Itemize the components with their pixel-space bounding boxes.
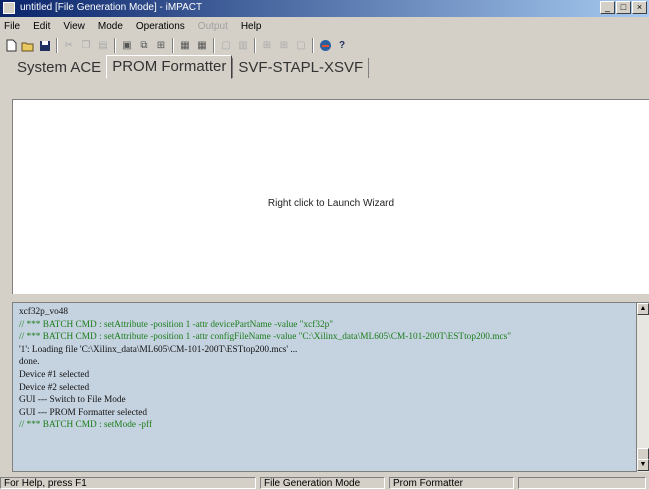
window-icon-3[interactable]: ▢: [294, 39, 308, 53]
status-help-text: For Help, press F1: [0, 477, 256, 489]
grid-icon-2[interactable]: ▦: [195, 39, 209, 53]
window-title: untitled [File Generation Mode] - iMPACT: [20, 2, 203, 13]
save-icon[interactable]: [38, 39, 52, 53]
app-icon[interactable]: [3, 2, 15, 14]
toolbar-separator: [172, 38, 174, 53]
close-button[interactable]: ×: [632, 1, 647, 14]
cut-icon[interactable]: ✂: [62, 39, 76, 53]
tab-system-ace[interactable]: System ACE: [12, 58, 106, 78]
console-scrollbar[interactable]: ▲ ▼: [637, 302, 649, 472]
status-bar: For Help, press F1 File Generation Mode …: [0, 476, 649, 490]
menu-operations[interactable]: Operations: [136, 21, 185, 32]
console-line: GUI --- PROM Formatter selected: [19, 407, 148, 418]
status-mode: File Generation Mode: [260, 477, 385, 489]
open-icon[interactable]: [21, 39, 35, 53]
status-extra: [518, 477, 646, 489]
menu-edit[interactable]: Edit: [33, 21, 50, 32]
title-bar: untitled [File Generation Mode] - iMPACT…: [0, 0, 649, 17]
window-icon[interactable]: ▢: [219, 39, 233, 53]
toolbar-separator: [56, 38, 58, 53]
chain-icon-2[interactable]: ⊞: [154, 39, 168, 53]
menu-file[interactable]: File: [4, 21, 20, 32]
help-icon[interactable]: ?: [335, 39, 349, 53]
console-line: // *** BATCH CMD : setMode -pff: [19, 420, 153, 431]
console-line: xcf32p_vo48: [19, 307, 69, 317]
menu-output: Output: [197, 21, 228, 32]
console-line: Device #2 selected: [19, 382, 90, 393]
tab-prom-formatter[interactable]: PROM Formatter: [106, 55, 233, 79]
tab-svf-stapl-xsvf[interactable]: SVF-STAPL-XSVF: [232, 58, 370, 78]
console-line: Device #1 selected: [19, 369, 90, 380]
chain-icon[interactable]: ⧉: [137, 39, 151, 53]
toolbar-separator: [213, 38, 215, 53]
window-icon-2[interactable]: ▥: [236, 39, 250, 53]
menu-bar: File Edit View Mode Operations Output He…: [0, 18, 649, 35]
grid-icon-4[interactable]: ⊞: [277, 39, 291, 53]
console-line: done.: [19, 357, 40, 368]
toolbar: ✂ ❐ ▤ ▣ ⧉ ⊞ ▦ ▦ ▢ ▥ ⊞ ⊞ ▢ ?: [0, 36, 649, 55]
new-icon[interactable]: [4, 39, 18, 53]
menu-mode[interactable]: Mode: [98, 21, 123, 32]
paste-icon[interactable]: ▤: [96, 39, 110, 53]
device-icon[interactable]: ▣: [120, 39, 134, 53]
scroll-up-arrow-icon[interactable]: ▲: [637, 303, 649, 315]
wizard-canvas[interactable]: Right click to Launch Wizard: [12, 99, 649, 294]
toolbar-separator: [254, 38, 256, 53]
window-controls: _ □ ×: [600, 1, 647, 14]
menu-help[interactable]: Help: [241, 21, 262, 32]
status-tool: Prom Formatter: [389, 477, 514, 489]
copy-icon[interactable]: ❐: [79, 39, 93, 53]
minimize-button[interactable]: _: [600, 1, 615, 14]
console-line: // *** BATCH CMD : setAttribute -positio…: [19, 332, 512, 343]
scroll-down-arrow-icon[interactable]: ▼: [637, 459, 649, 471]
console-line: '1': Loading file 'C:\Xilinx_data\ML605\…: [19, 344, 298, 355]
toolbar-separator: [114, 38, 116, 53]
maximize-button[interactable]: □: [616, 1, 631, 14]
launch-wizard-hint: Right click to Launch Wizard: [267, 198, 395, 209]
menu-view[interactable]: View: [63, 21, 85, 32]
console-line: GUI --- Switch to File Mode: [19, 395, 126, 406]
impact-icon[interactable]: [318, 39, 332, 53]
console-log[interactable]: xcf32p_vo48 // *** BATCH CMD : setAttrib…: [12, 302, 637, 472]
toolbar-separator: [312, 38, 314, 53]
console-line: // *** BATCH CMD : setAttribute -positio…: [19, 319, 334, 330]
tab-strip: System ACE PROM Formatter SVF-STAPL-XSVF: [12, 55, 370, 79]
grid-icon-3[interactable]: ⊞: [260, 39, 274, 53]
grid-icon[interactable]: ▦: [178, 39, 192, 53]
